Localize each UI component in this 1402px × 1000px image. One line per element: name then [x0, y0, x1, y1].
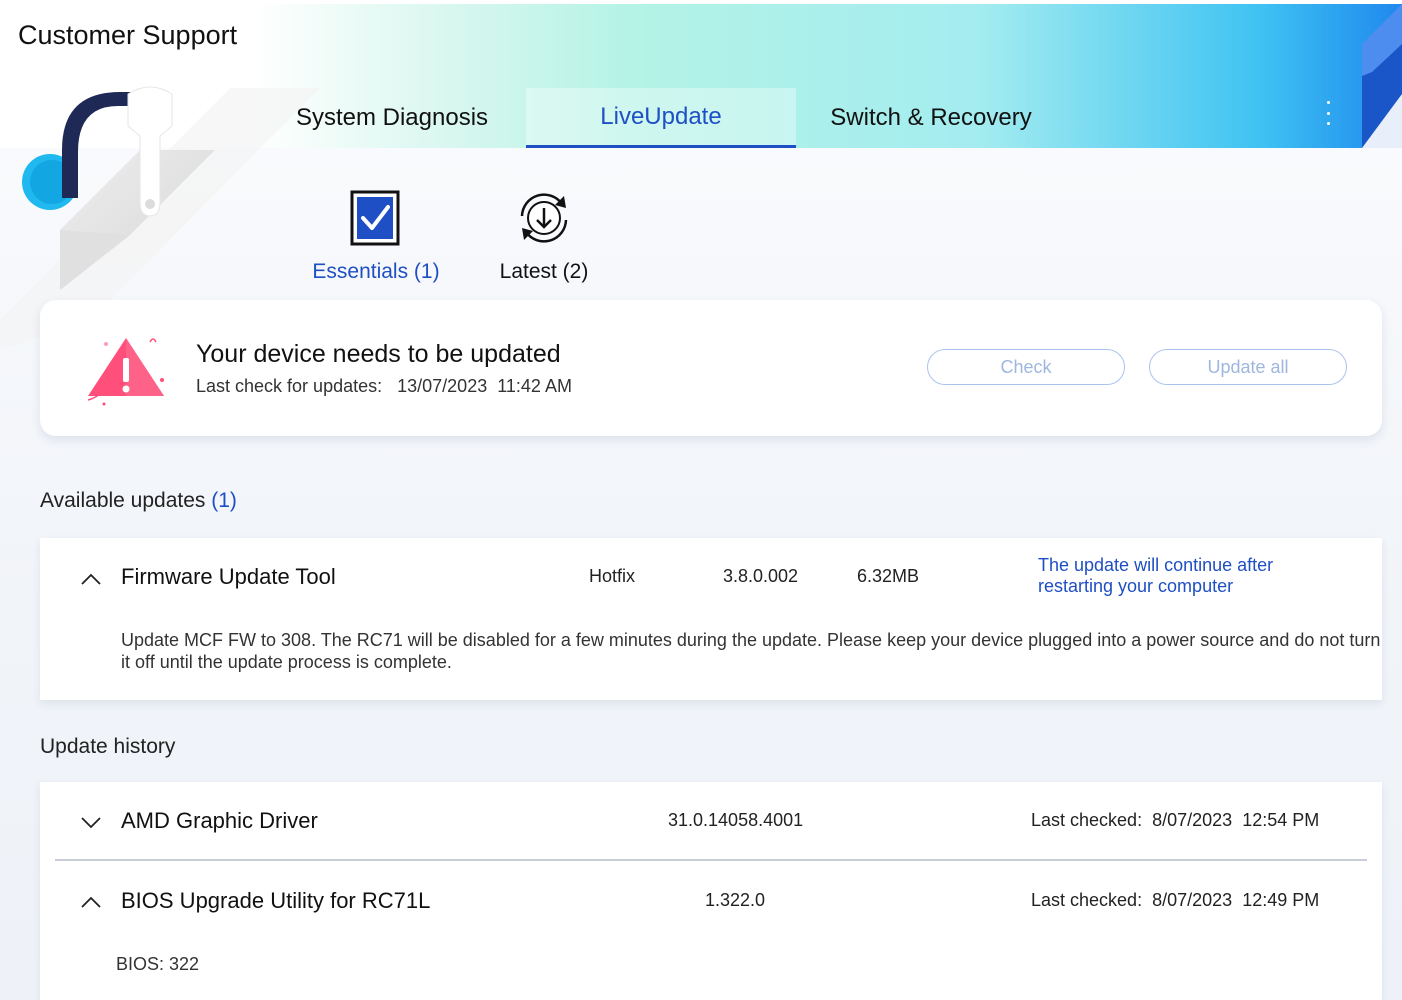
- last-checked-date: 8/07/2023: [1152, 810, 1233, 830]
- liveupdate-subtabs: Essentials (1) Latest (2): [300, 186, 636, 284]
- subtab-latest-label: Latest (2): [499, 260, 589, 283]
- update-note: The update will continue after restartin…: [1038, 555, 1274, 596]
- divider: [55, 859, 1367, 861]
- tab-switch-recovery[interactable]: Switch & Recovery: [796, 88, 1066, 148]
- chevron-up-icon[interactable]: [80, 572, 102, 586]
- available-updates-label: Available updates: [40, 489, 206, 512]
- tab-liveupdate[interactable]: LiveUpdate: [526, 88, 796, 148]
- update-name[interactable]: Firmware Update Tool: [121, 564, 336, 590]
- warning-icon: [87, 338, 164, 406]
- checkbox-icon: [344, 186, 408, 250]
- history-last-checked: Last checked: 8/07/2023 12:54 PM: [1031, 810, 1319, 831]
- last-checked-date: 8/07/2023: [1152, 890, 1233, 910]
- update-category: Hotfix: [589, 566, 636, 586]
- last-check-line: Last check for updates: 13/07/2023 11:42…: [196, 376, 572, 397]
- available-update-item: Firmware Update Tool Hotfix 3.8.0.002 6.…: [40, 538, 1382, 700]
- download-refresh-icon: [512, 186, 576, 250]
- last-checked-label: Last checked:: [1031, 890, 1143, 910]
- last-check-time: 11:42 AM: [497, 376, 572, 396]
- update-history-list: AMD Graphic Driver 31.0.14058.4001 Last …: [40, 782, 1382, 1000]
- update-version: 3.8.0.002: [723, 566, 799, 586]
- last-check-date: 13/07/2023: [397, 376, 488, 396]
- subtab-latest[interactable]: Latest (2): [452, 186, 636, 284]
- kebab-icon[interactable]: [1318, 98, 1338, 128]
- app-title: Customer Support: [18, 20, 238, 50]
- status-title: Your device needs to be updated: [196, 340, 561, 368]
- history-last-checked: Last checked: 8/07/2023 12:49 PM: [1031, 890, 1319, 911]
- history-version: 31.0.14058.4001: [668, 810, 804, 830]
- top-strip: [0, 0, 1402, 4]
- check-button[interactable]: Check: [927, 349, 1125, 385]
- main-tabs: System Diagnosis LiveUpdate Switch & Rec…: [258, 88, 1066, 148]
- chevron-up-icon[interactable]: [80, 895, 102, 909]
- last-check-label: Last check for updates:: [196, 376, 383, 396]
- update-size: 6.32MB: [857, 566, 920, 586]
- available-updates-title: Available updates (1): [40, 489, 237, 513]
- tab-system-diagnosis[interactable]: System Diagnosis: [258, 88, 526, 148]
- history-name[interactable]: AMD Graphic Driver: [121, 808, 318, 834]
- last-checked-time: 12:49 PM: [1242, 890, 1320, 910]
- history-version: 1.322.0: [705, 890, 766, 910]
- history-detail: BIOS: 322: [116, 954, 200, 974]
- subtab-essentials-label: Essentials (1): [312, 260, 440, 283]
- last-checked-time: 12:54 PM: [1242, 810, 1320, 830]
- history-name[interactable]: BIOS Upgrade Utility for RC71L: [121, 888, 430, 914]
- update-history-title: Update history: [40, 735, 176, 758]
- subtab-essentials[interactable]: Essentials (1): [300, 186, 452, 284]
- last-checked-label: Last checked:: [1031, 810, 1143, 830]
- update-status-card: Your device needs to be updated Last che…: [40, 300, 1382, 436]
- available-updates-count: (1): [211, 489, 237, 512]
- update-all-button[interactable]: Update all: [1149, 349, 1347, 385]
- corner-decoration: [1362, 4, 1402, 148]
- chevron-down-icon[interactable]: [80, 816, 102, 830]
- update-description: Update MCF FW to 308. The RC71 will be d…: [121, 630, 1381, 672]
